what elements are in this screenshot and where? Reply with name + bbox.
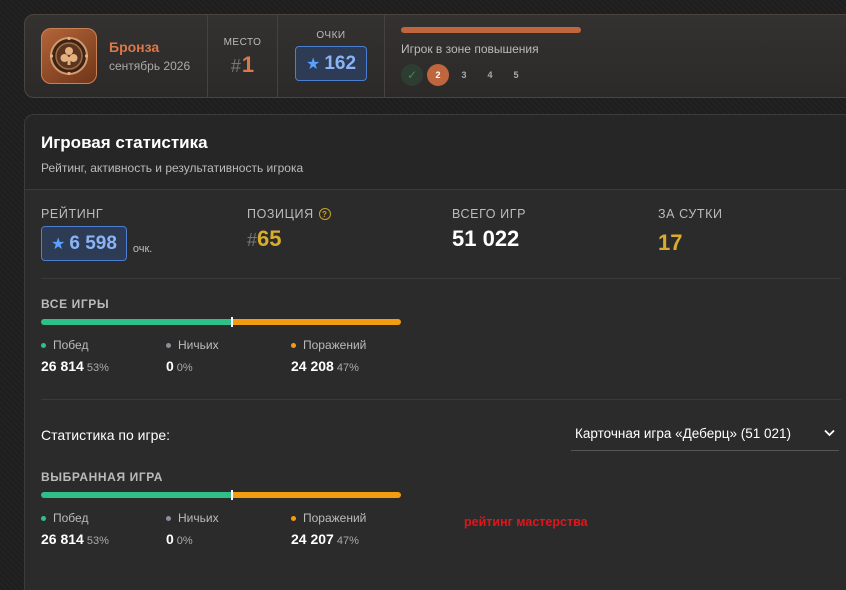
place-number: 1 <box>241 52 255 77</box>
legend-draws: Ничьих 0 0% <box>166 511 219 547</box>
draws-value: 0 <box>166 358 174 374</box>
points-column: ОЧКИ ★ 162 <box>278 15 385 97</box>
per-day-label: ЗА СУТКИ <box>658 207 723 221</box>
panel-title: Игровая статистика <box>41 133 208 152</box>
draws-value: 0 <box>166 531 174 547</box>
bar-split-marker <box>230 317 233 327</box>
league-info[interactable]: Бронза сентябрь 2026 <box>25 15 208 97</box>
losses-label: Поражений <box>303 338 367 352</box>
rating-label: РЕЙТИНГ <box>41 207 104 221</box>
promotion-text: Игрок в зоне повышения <box>401 42 539 56</box>
wins-label: Побед <box>53 338 89 352</box>
panel-header: Игровая статистика Рейтинг, активность и… <box>25 115 846 190</box>
kpi-total-games: ВСЕГО ИГР 51 022 <box>452 207 526 252</box>
promotion-progress-bar <box>401 27 581 33</box>
points-badge: ★ 162 <box>294 46 368 81</box>
bar-split-marker <box>230 490 233 500</box>
kpi-rating: РЕЙТИНГ ★ 6 598 очк. <box>41 207 152 261</box>
all-games-results-bar <box>41 319 401 325</box>
losses-value: 24 208 <box>291 358 334 374</box>
game-stats-panel: Игровая статистика Рейтинг, активность и… <box>24 114 846 590</box>
game-select-value: Карточная игра «Деберц» (51 021) <box>575 426 791 441</box>
place-value: #1 <box>231 52 254 78</box>
panel-subtitle: Рейтинг, активность и результативность и… <box>41 161 304 175</box>
legend-losses: Поражений 24 208 47% <box>291 338 366 374</box>
total-games-value: 51 022 <box>452 226 520 251</box>
selected-game-results-bar <box>41 492 401 498</box>
wins-segment <box>41 319 232 325</box>
position-value: #65 <box>247 226 331 252</box>
draws-label: Ничьих <box>178 338 219 352</box>
win-dot-icon <box>41 515 46 521</box>
per-game-label: Статистика по игре: <box>41 427 171 443</box>
league-bar: Бронза сентябрь 2026 МЕСТО #1 ОЧКИ ★ 162… <box>24 14 846 98</box>
step-done-check-icon[interactable]: ✓ <box>401 64 423 86</box>
question-circle-icon[interactable]: ? <box>318 208 331 220</box>
place-label: МЕСТО <box>223 37 262 48</box>
kpi-row: РЕЙТИНГ ★ 6 598 очк. ПОЗИЦИЯ ? #65 ВСЕГО… <box>41 207 841 277</box>
league-steps: ✓ 2 3 4 5 <box>401 64 581 86</box>
skill-rating-annotation: рейтинг мастерства <box>464 515 588 529</box>
wins-segment <box>41 492 232 498</box>
bronze-league-badge-icon <box>41 28 97 84</box>
losses-percent: 47% <box>336 362 359 374</box>
wins-percent: 53% <box>86 535 109 547</box>
draw-dot-icon <box>166 515 171 521</box>
wins-percent: 53% <box>86 362 109 374</box>
draws-percent: 0% <box>176 362 193 374</box>
place-hash: # <box>230 56 241 76</box>
draw-dot-icon <box>166 342 171 348</box>
win-dot-icon <box>41 342 46 348</box>
position-number: 65 <box>257 226 282 251</box>
draws-label: Ничьих <box>178 511 219 525</box>
star-icon: ★ <box>51 236 66 253</box>
legend-losses: Поражений 24 207 47% <box>291 511 366 547</box>
position-hash: # <box>247 230 258 250</box>
selected-game-label: ВЫБРАННАЯ ИГРА <box>41 470 164 484</box>
league-name: Бронза <box>109 39 160 55</box>
legend-wins: Побед 26 814 53% <box>41 511 109 547</box>
losses-segment <box>231 492 401 498</box>
total-games-label: ВСЕГО ИГР <box>452 207 527 221</box>
rating-unit: очк. <box>132 243 153 255</box>
loss-dot-icon <box>291 342 296 348</box>
points-label: ОЧКИ <box>316 30 346 41</box>
loss-dot-icon <box>291 515 296 521</box>
wins-label: Побед <box>53 511 89 525</box>
place-column: МЕСТО #1 <box>208 15 278 97</box>
star-icon: ★ <box>305 56 321 73</box>
legend-wins: Побед 26 814 53% <box>41 338 109 374</box>
divider <box>41 399 841 400</box>
per-day-value: 17 <box>658 230 683 255</box>
league-date: сентябрь 2026 <box>109 59 191 73</box>
divider <box>41 278 841 279</box>
game-select[interactable]: Карточная игра «Деберц» (51 021) <box>571 417 839 451</box>
losses-percent: 47% <box>336 535 359 547</box>
chevron-down-icon <box>824 428 835 440</box>
position-label: ПОЗИЦИЯ <box>247 207 314 221</box>
step-current[interactable]: 2 <box>427 64 449 86</box>
losses-value: 24 207 <box>291 531 334 547</box>
rating-value: 6 598 <box>69 233 117 254</box>
losses-segment <box>231 319 401 325</box>
kpi-position: ПОЗИЦИЯ ? #65 <box>247 207 331 252</box>
all-games-label: ВСЕ ИГРЫ <box>41 297 110 311</box>
promotion-column: Игрок в зоне повышения ✓ 2 3 4 5 <box>385 15 581 97</box>
wins-value: 26 814 <box>41 358 84 374</box>
step-3[interactable]: 3 <box>453 64 475 86</box>
step-5[interactable]: 5 <box>505 64 527 86</box>
wins-value: 26 814 <box>41 531 84 547</box>
draws-percent: 0% <box>176 535 193 547</box>
step-4[interactable]: 4 <box>479 64 501 86</box>
legend-draws: Ничьих 0 0% <box>166 338 219 374</box>
points-value: 162 <box>324 53 357 74</box>
rating-badge: ★ 6 598 <box>41 226 127 261</box>
kpi-per-day: ЗА СУТКИ 17 <box>658 207 723 256</box>
losses-label: Поражений <box>303 511 367 525</box>
